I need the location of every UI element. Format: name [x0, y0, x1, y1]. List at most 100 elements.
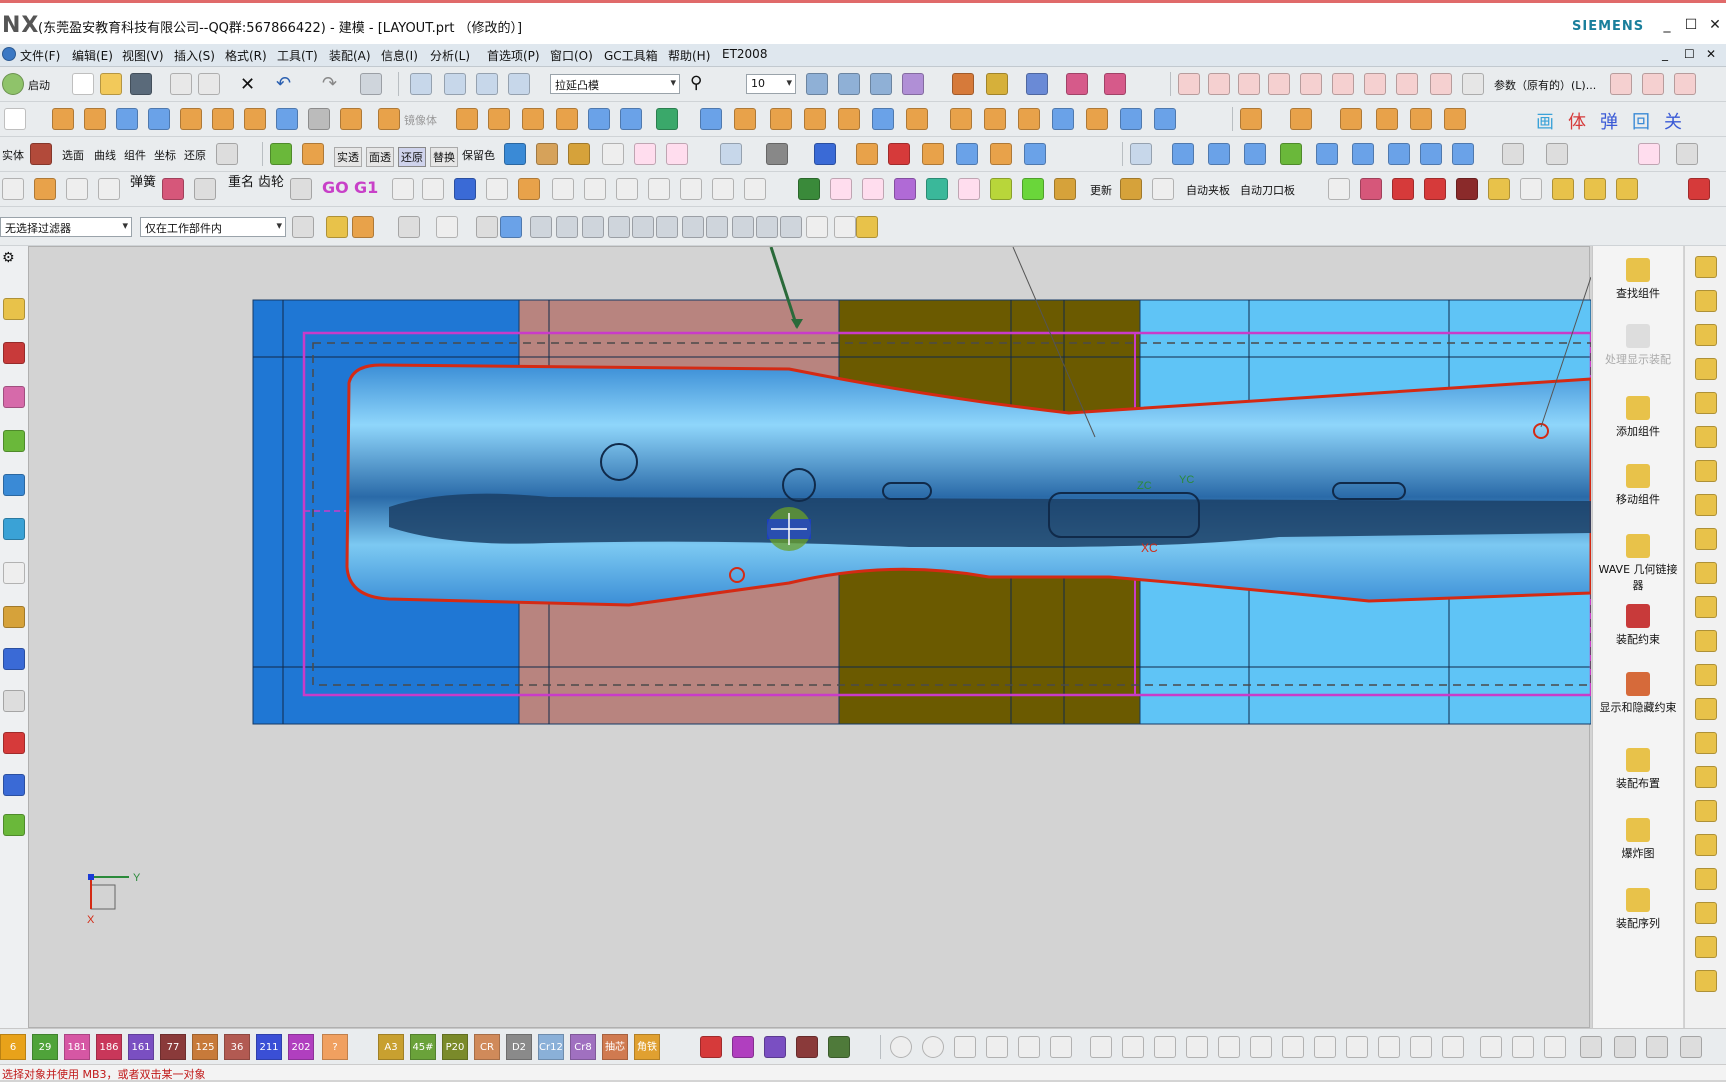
menu-et2008[interactable]: ET2008 [722, 47, 767, 61]
line-icon[interactable] [1090, 1036, 1112, 1058]
list-icon[interactable] [3, 774, 25, 796]
line-tangent-icon[interactable] [1218, 1036, 1240, 1058]
edge-plate-icon[interactable] [1054, 178, 1076, 200]
tile-p20[interactable]: P20 [442, 1034, 468, 1060]
mold-tool-icon[interactable] [1240, 108, 1262, 130]
menu-tools[interactable]: 工具(T) [277, 47, 318, 64]
delete-icon[interactable]: ✕ [240, 74, 255, 95]
go-button[interactable]: GO [322, 178, 349, 197]
paste-icon[interactable] [198, 73, 220, 95]
select-body-icon[interactable] [476, 216, 498, 238]
sketch-icon[interactable] [1610, 73, 1632, 95]
export-icon[interactable] [454, 178, 476, 200]
safety-icon[interactable] [958, 178, 980, 200]
layer-copy-icon[interactable] [870, 73, 892, 95]
palette-icon[interactable] [3, 606, 25, 628]
tile-a3[interactable]: A3 [378, 1034, 404, 1060]
part-tool-icon[interactable] [1695, 766, 1717, 788]
layer-icon[interactable] [806, 73, 828, 95]
line-cross-icon[interactable] [1442, 1036, 1464, 1058]
tool-char-hui[interactable]: 回 [1632, 108, 1650, 134]
mold-base-icon[interactable] [2, 178, 24, 200]
app-menu-icon[interactable] [2, 47, 16, 61]
snap-intersect-icon[interactable] [608, 216, 630, 238]
extrude-icon[interactable] [116, 108, 138, 130]
auto-color-icon[interactable] [602, 143, 624, 165]
menu-view[interactable]: 视图(V) [122, 47, 164, 64]
tool-char-hua[interactable]: 画 [1536, 108, 1554, 134]
measure-tool-icon[interactable] [1614, 1036, 1636, 1058]
line-angle-icon[interactable] [1154, 1036, 1176, 1058]
groove-icon[interactable] [340, 108, 362, 130]
purple-part-icon[interactable] [732, 1036, 754, 1058]
maximize-button[interactable]: ☐ [1680, 17, 1702, 33]
height-icon[interactable] [584, 178, 606, 200]
tile-jiaotie[interactable]: 角铁 [634, 1034, 660, 1060]
mirror-face-icon[interactable] [1086, 108, 1108, 130]
view-region-icon[interactable] [720, 143, 742, 165]
tile-6[interactable]: 6 [0, 1034, 26, 1060]
update-display-icon[interactable] [98, 178, 120, 200]
line-alt-icon[interactable] [1122, 1036, 1144, 1058]
curve-trim-icon[interactable] [1364, 73, 1386, 95]
undo-icon[interactable]: ↶ [276, 73, 291, 94]
show-hide-constraint-button[interactable]: 显示和隐藏约束 [1593, 672, 1683, 715]
restore-button[interactable]: 还原 [398, 147, 426, 167]
selection-scope-select[interactable]: 仅在工作部件内 [140, 217, 286, 237]
blend-surface-icon[interactable] [1352, 143, 1374, 165]
trim-body-icon[interactable] [588, 108, 610, 130]
circle-line-icon[interactable] [1512, 1036, 1534, 1058]
pocket-icon[interactable] [244, 108, 266, 130]
line-hex-icon[interactable] [1346, 1036, 1368, 1058]
curve-line-icon[interactable] [1178, 73, 1200, 95]
layout-icon[interactable] [3, 732, 25, 754]
settings-icon[interactable] [1680, 1036, 1702, 1058]
wcs-icon[interactable] [902, 73, 924, 95]
line-perp-icon[interactable] [1250, 1036, 1272, 1058]
snap-line-icon[interactable] [756, 216, 778, 238]
brown-part-icon[interactable] [796, 1036, 818, 1058]
face-transparent-button[interactable]: 面透 [366, 147, 394, 167]
select-feature-icon[interactable] [292, 216, 314, 238]
guide-post-icon[interactable] [830, 178, 852, 200]
circle-center-icon[interactable] [922, 1036, 944, 1058]
envelope-icon[interactable] [922, 143, 944, 165]
quick-text-icon[interactable] [616, 178, 638, 200]
menu-assembly[interactable]: 装配(A) [329, 47, 371, 64]
standard-part-icon[interactable] [1376, 108, 1398, 130]
tile-211[interactable]: 211 [256, 1034, 282, 1060]
curve-arc-icon[interactable] [1300, 73, 1322, 95]
arc-tool-icon[interactable] [986, 1036, 1008, 1058]
plate-face-icon[interactable] [1616, 178, 1638, 200]
tile-d2[interactable]: D2 [506, 1034, 532, 1060]
ejector-icon[interactable] [34, 178, 56, 200]
part-tool-icon[interactable] [1695, 868, 1717, 890]
clock-icon[interactable] [3, 562, 25, 584]
pcv-icon[interactable] [1546, 143, 1568, 165]
mirror-body-icon[interactable] [378, 108, 400, 130]
open-folder-icon[interactable] [100, 73, 122, 95]
restore-label[interactable]: 还原 [184, 147, 206, 163]
line-arc-icon[interactable] [1314, 1036, 1336, 1058]
tile-77[interactable]: 77 [160, 1034, 186, 1060]
save-icon[interactable] [130, 73, 152, 95]
auto-assembly-icon[interactable] [1638, 143, 1660, 165]
arc-icon[interactable] [518, 178, 540, 200]
graphics-viewport[interactable]: ZC YC XC Y X [28, 246, 1591, 1028]
coordinate-label[interactable]: 坐标 [154, 147, 176, 163]
sync-move-icon[interactable] [872, 108, 894, 130]
replace-face-icon[interactable] [984, 108, 1006, 130]
menu-window[interactable]: 窗口(O) [550, 47, 593, 64]
part-tool-icon[interactable] [1695, 596, 1717, 618]
green-part-icon[interactable] [828, 1036, 850, 1058]
offset-curve-icon[interactable] [1544, 1036, 1566, 1058]
mdi-close-button[interactable]: ✕ [1706, 47, 1716, 61]
wcs-origin-icon[interactable] [216, 143, 238, 165]
trim-sheet-icon[interactable] [1388, 143, 1410, 165]
part-tool-icon[interactable] [1695, 324, 1717, 346]
face-icon[interactable] [1172, 143, 1194, 165]
line-point-icon[interactable] [1378, 1036, 1400, 1058]
brush-icon[interactable] [856, 216, 878, 238]
wear-plate-icon[interactable] [862, 178, 884, 200]
move-component-button[interactable]: 移动组件 [1593, 464, 1683, 507]
